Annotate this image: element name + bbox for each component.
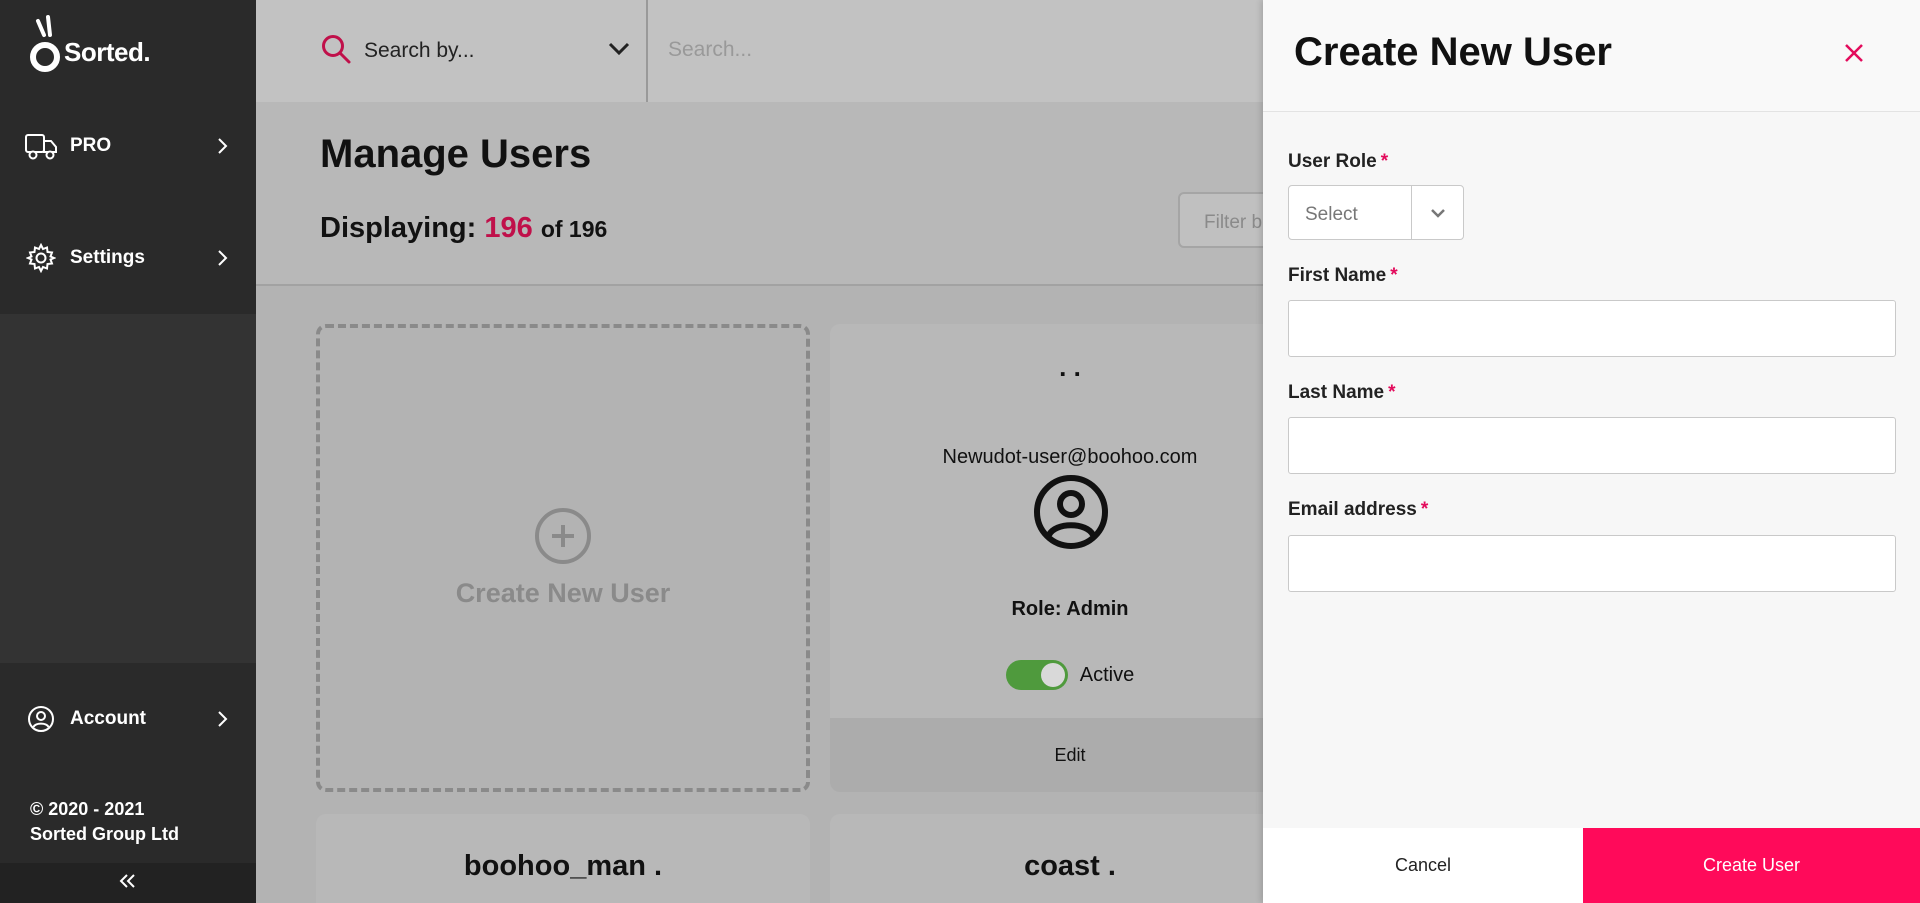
displaying-total: of 196 xyxy=(540,216,608,242)
sorted-logo-icon xyxy=(28,13,68,77)
required-mark: * xyxy=(1388,382,1396,403)
field-label-text: Email address xyxy=(1288,499,1417,520)
create-new-user-label: Create New User xyxy=(455,577,671,608)
first-name-field[interactable] xyxy=(1288,300,1896,357)
user-circle-icon xyxy=(24,702,58,736)
double-chevron-left-icon xyxy=(118,873,138,894)
sidebar-account-section: Account xyxy=(0,663,256,775)
displaying-label: Displaying: xyxy=(320,212,477,244)
last-name-field[interactable] xyxy=(1288,417,1896,474)
sidebar-nav: PRO Settings xyxy=(0,90,256,314)
truck-icon xyxy=(24,129,58,163)
user-card-title[interactable]: coast . xyxy=(830,814,1310,903)
copyright: © 2020 - 2021 Sorted Group Ltd xyxy=(0,775,256,863)
page-title: Manage Users xyxy=(320,132,592,176)
copyright-company: Sorted Group Ltd xyxy=(30,824,179,844)
copyright-years: © 2020 - 2021 xyxy=(30,799,145,819)
chevron-right-icon xyxy=(212,248,232,268)
field-label-text: User Role xyxy=(1288,151,1377,172)
sidebar-item-label: Settings xyxy=(70,247,145,268)
email-address-label: Email address * xyxy=(1288,499,1428,521)
search-icon xyxy=(320,33,352,70)
sidebar: Sorted. PRO Settings Account © 2020 - 20… xyxy=(0,0,256,903)
search-by-label: Search by... xyxy=(364,39,475,62)
user-name: . . xyxy=(1059,352,1081,382)
cancel-button[interactable]: Cancel xyxy=(1263,828,1583,903)
sidebar-item-pro[interactable]: PRO xyxy=(0,90,256,202)
email-field[interactable] xyxy=(1288,535,1896,592)
user-role-select[interactable]: Select xyxy=(1288,185,1464,240)
create-user-button[interactable]: Create User xyxy=(1583,828,1920,903)
close-button[interactable] xyxy=(1843,42,1869,68)
required-mark: * xyxy=(1420,499,1429,520)
user-role-label: User Role * xyxy=(1288,151,1388,173)
sidebar-item-label: Account xyxy=(70,708,146,729)
user-role: Role: Admin xyxy=(1011,598,1129,620)
user-card-title[interactable]: boohoo_man . xyxy=(316,814,810,903)
user-role-select-value: Select xyxy=(1305,204,1358,225)
sidebar-item-settings[interactable]: Settings xyxy=(0,202,256,314)
brand-name: Sorted. xyxy=(64,36,151,67)
field-label-text: Last Name xyxy=(1288,382,1385,403)
chevron-down-icon xyxy=(608,42,630,61)
search-input[interactable]: Search... xyxy=(668,38,752,62)
user-status: Active xyxy=(830,660,1310,690)
create-user-panel: Create New User User Role * Select First … xyxy=(1263,0,1920,903)
panel-footer: Cancel Create User xyxy=(1263,828,1920,903)
field-label-text: First Name xyxy=(1288,265,1387,286)
user-email: Newudot-user@boohoo.com xyxy=(942,446,1198,468)
sidebar-item-label: PRO xyxy=(70,135,112,156)
required-mark: * xyxy=(1380,151,1389,172)
required-mark: * xyxy=(1390,265,1398,286)
panel-header: Create New User xyxy=(1263,0,1920,112)
brand-logo[interactable]: Sorted. xyxy=(0,0,256,90)
active-toggle[interactable] xyxy=(1005,660,1068,690)
last-name-label: Last Name * xyxy=(1288,382,1396,404)
panel-title: Create New User xyxy=(1294,30,1612,74)
sidebar-item-account[interactable]: Account xyxy=(0,663,256,775)
avatar-icon xyxy=(1033,474,1109,550)
first-name-label: First Name * xyxy=(1288,265,1398,287)
close-icon xyxy=(1843,44,1865,68)
plus-icon xyxy=(535,507,591,564)
chevron-down-icon xyxy=(1411,186,1463,239)
displaying-number: 196 xyxy=(484,212,533,244)
create-new-user-card[interactable]: Create New User xyxy=(316,324,810,792)
status-label: Active xyxy=(1079,663,1135,686)
gear-icon xyxy=(24,241,58,275)
search-by-dropdown[interactable]: Search by... xyxy=(256,0,648,102)
chevron-right-icon xyxy=(212,136,232,156)
collapse-sidebar-button[interactable] xyxy=(0,863,256,903)
displaying-count: Displaying: 196 of 196 xyxy=(320,212,607,245)
toggle-knob xyxy=(1040,663,1065,687)
chevron-right-icon xyxy=(212,709,232,729)
